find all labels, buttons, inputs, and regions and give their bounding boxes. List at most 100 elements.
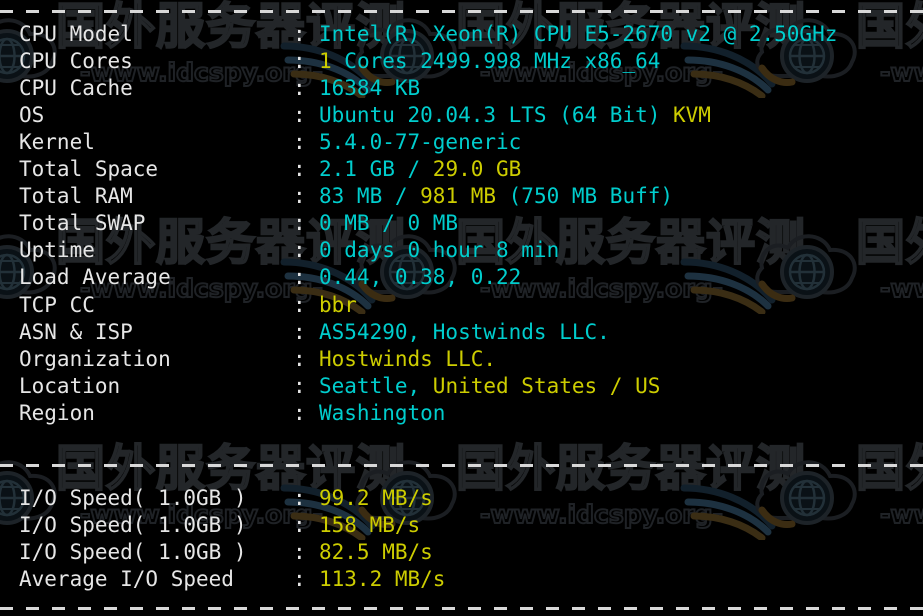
watermark-cloud-globe-icon: [748, 448, 866, 540]
value-segment: Ubuntu 20.04.3 LTS (64 Bit): [319, 102, 674, 127]
io-speed-2-label: I/O Speed( 1.0GB ): [19, 512, 247, 537]
bottom-separator-rule: [0, 607, 923, 610]
sysinfo-total-space-label: Total Space: [19, 157, 159, 181]
value-segment: 0.44, 0.38, 0.22: [319, 265, 522, 290]
value-segment: 83 MB /: [319, 184, 421, 209]
io-speed-3-value: 82.5 MB/s: [319, 540, 433, 564]
watermark-brand-text: 国外服务器评测: [855, 214, 923, 271]
value-segment: Seattle,: [319, 373, 433, 398]
value-segment: 1: [319, 48, 332, 73]
value-segment: 29.0 GB: [432, 157, 522, 181]
sysinfo-location-value: Seattle, United States / US: [319, 374, 660, 398]
watermark-url-text: -www.idcspy.org-: [879, 58, 923, 87]
top-separator-rule: [0, 10, 923, 13]
value-segment: AS54290, Hostwinds LLC.: [319, 319, 610, 344]
value-segment: KVM: [673, 102, 711, 127]
value-segment: 16384 KB: [319, 75, 421, 100]
sysinfo-os-row: OS: Ubuntu 20.04.3 LTS (64 Bit) KVM: [19, 102, 711, 129]
value-segment: United States / US: [432, 373, 661, 398]
sysinfo-total-ram-row: Total RAM:83 MB / 981 MB (750 MB Buff): [19, 183, 673, 210]
middle-separator-rule: [0, 464, 923, 467]
io-speed-2-value: 158 MB/s: [319, 513, 420, 537]
field-colon: :: [293, 400, 306, 425]
watermark-swoosh-icon: [680, 256, 776, 316]
watermark-cloud-globe-icon: [748, 222, 866, 314]
value-segment: 5.4.0-77-generic: [319, 129, 522, 154]
field-colon: :: [293, 157, 306, 181]
sysinfo-cpu-cache-row: CPU Cache:16384 KB: [19, 75, 420, 102]
sysinfo-cpu-cores-value: 1 Cores 2499.998 MHz x86_64: [319, 49, 660, 73]
sysinfo-kernel-value: 5.4.0-77-generic: [319, 130, 521, 154]
sysinfo-os-value: Ubuntu 20.04.3 LTS (64 Bit) KVM: [319, 103, 711, 127]
value-segment: 0 days 0 hour 8 min: [319, 238, 560, 263]
value-segment: 2.1 GB /: [319, 157, 433, 181]
watermark-swoosh-icon: [680, 482, 776, 542]
watermark-brand-text: 国外服务器评测: [855, 440, 923, 497]
sysinfo-total-ram-label: Total RAM: [19, 184, 133, 209]
field-colon: :: [293, 102, 306, 127]
sysinfo-location-row: Location: Seattle, United States / US: [19, 373, 660, 400]
field-colon: :: [293, 48, 306, 73]
sysinfo-tcp-cc-value: bbr: [319, 293, 357, 317]
field-colon: :: [293, 292, 306, 317]
value-segment: (750 MB Buff): [496, 184, 674, 209]
sysinfo-asn-and-isp-row: ASN & ISP: AS54290, Hostwinds LLC.: [19, 319, 610, 346]
sysinfo-cpu-cores-label: CPU Cores: [19, 48, 133, 73]
sysinfo-tcp-cc-row: TCP CC: bbr: [19, 292, 357, 319]
sysinfo-uptime-label: Uptime: [19, 238, 95, 263]
field-colon: :: [293, 485, 306, 510]
io-speed-1-value: 99.2 MB/s: [319, 486, 433, 510]
io-speed-1-row: I/O Speed( 1.0GB ):99.2 MB/s: [19, 485, 433, 512]
field-colon: :: [293, 211, 306, 236]
value-segment: Intel(R) Xeon(R) CPU E5-2670 v2 @ 2.50GH…: [319, 21, 838, 46]
sysinfo-cpu-model-row: CPU Model: Intel(R) Xeon(R) CPU E5-2670 v…: [19, 21, 837, 48]
sysinfo-region-row: Region: Washington: [19, 400, 445, 427]
watermark-tile: 国外服务器评测-www.idcspy.org-: [748, 212, 923, 344]
io-speed-3-row: I/O Speed( 1.0GB ):82.5 MB/s: [19, 539, 433, 566]
sysinfo-load-average-label: Load Average: [19, 265, 171, 290]
value-segment: bbr: [319, 292, 357, 317]
sysinfo-organization-value: Hostwinds LLC.: [319, 347, 496, 371]
field-colon: :: [293, 319, 306, 344]
sysinfo-region-label: Region: [19, 400, 95, 425]
value-segment: Washington: [319, 400, 446, 425]
sysinfo-uptime-value: 0 days 0 hour 8 min: [319, 238, 559, 262]
field-colon: :: [293, 539, 306, 564]
sysinfo-region-value: Washington: [319, 401, 445, 425]
field-colon: :: [293, 129, 306, 154]
sysinfo-organization-row: Organization: Hostwinds LLC.: [19, 346, 496, 373]
sysinfo-location-label: Location: [19, 373, 121, 398]
sysinfo-cpu-cores-row: CPU Cores:1 Cores 2499.998 MHz x86_64: [19, 48, 660, 75]
field-colon: :: [293, 373, 306, 398]
sysinfo-load-average-row: Load Average:0.44, 0.38, 0.22: [19, 264, 521, 291]
watermark-brand-text: 国外服务器评测: [455, 440, 807, 497]
sysinfo-cpu-cache-label: CPU Cache: [19, 75, 133, 100]
field-colon: :: [293, 346, 306, 371]
field-colon: :: [293, 75, 306, 100]
watermark-url-text: -www.idcspy.org-: [879, 500, 923, 529]
field-colon: :: [293, 238, 306, 263]
value-segment: 158 MB/s: [319, 512, 421, 537]
watermark-url-text: -www.idcspy.org-: [479, 500, 724, 529]
value-segment: Cores 2499.998 MHz x86_64: [331, 48, 661, 73]
field-colon: :: [293, 21, 306, 46]
field-colon: :: [293, 512, 306, 537]
field-colon: :: [293, 265, 306, 290]
watermark-swoosh-icon: [680, 40, 776, 100]
value-segment: 113.2 MB/s: [319, 566, 446, 591]
sysinfo-cpu-cache-value: 16384 KB: [319, 76, 420, 100]
average-io-speed-label: Average I/O Speed: [19, 566, 234, 591]
sysinfo-kernel-row: Kernel:5.4.0-77-generic: [19, 129, 521, 156]
value-segment: 981 MB: [420, 184, 497, 209]
value-segment: 0 MB / 0 MB: [319, 211, 459, 236]
watermark-tile: 国外服务器评测-www.idcspy.org-: [748, 0, 923, 128]
sysinfo-total-swap-value: 0 MB / 0 MB: [319, 211, 458, 235]
sysinfo-asn-and-isp-label: ASN & ISP: [19, 319, 133, 344]
sysinfo-uptime-row: Uptime:0 days 0 hour 8 min: [19, 237, 559, 264]
sysinfo-organization-label: Organization: [19, 346, 171, 371]
sysinfo-kernel-label: Kernel: [19, 129, 95, 154]
average-io-speed-row: Average I/O Speed:113.2 MB/s: [19, 566, 445, 593]
value-segment: 99.2 MB/s: [319, 485, 433, 510]
value-segment: Hostwinds LLC.: [319, 346, 497, 371]
io-speed-2-row: I/O Speed( 1.0GB ):158 MB/s: [19, 512, 420, 539]
